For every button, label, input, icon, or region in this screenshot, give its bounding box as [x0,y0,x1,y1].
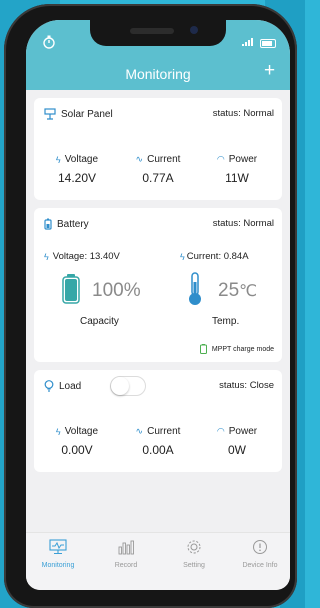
signal-icon [242,38,254,48]
battery-capacity-gauge [62,274,80,304]
voltage-icon: ϟ [55,154,61,165]
load-status: status: Close [219,380,274,391]
lightbulb-icon [44,380,54,392]
battery-card: Battery status: Normal ϟ Voltage: 13.40V… [34,208,282,362]
load-toggle-switch[interactable] [110,376,146,396]
load-power-value: 0W [228,443,246,457]
load-current-label: Current [147,426,181,437]
battery-icon [44,218,52,230]
battery-current-text: Current: 0.84A [186,251,249,262]
solar-current-value: 0.77A [142,171,174,185]
solar-panel-header: Solar Panel [44,108,113,120]
bar-chart-icon [118,540,134,555]
battery-header: Battery [44,218,89,230]
tab-device-info-label: Device Info [242,562,278,569]
solar-status: status: Normal [212,108,274,119]
status-indicators [242,38,276,48]
charge-mode: MPPT charge mode [199,344,274,354]
current-wave-icon: ∿ [135,426,144,436]
tab-setting[interactable]: Setting [164,539,224,569]
current-wave-icon: ∿ [135,154,144,164]
solar-panel-icon [44,108,56,120]
power-gauge-icon: ◠ [216,426,225,436]
current-icon: ϟ [180,251,185,262]
power-gauge-icon: ◠ [216,154,225,164]
solar-panel-title: Solar Panel [61,108,113,120]
app-screen: Monitoring + Solar Panel status: Normal … [26,20,290,590]
battery-temp-label: Temp. [212,316,240,327]
load-voltage-label: Voltage [64,426,99,437]
tab-monitoring[interactable]: Monitoring [28,539,88,569]
tab-record-label: Record [114,562,138,569]
battery-capacity-value: 100% [92,280,141,301]
load-power: ◠ Power 0W [202,426,272,457]
tab-setting-label: Setting [183,562,205,569]
solar-voltage-value: 14.20V [57,171,97,185]
voltage-icon: ϟ [44,251,49,262]
toggle-knob [111,377,129,395]
battery-status: status: Normal [212,218,274,229]
solar-voltage-label: Voltage [64,154,99,165]
front-camera [190,26,198,34]
bottom-tab-bar: Monitoring Record Setting Device Info [26,532,290,590]
app-header: Monitoring + [26,20,290,90]
battery-status-icon [260,38,276,48]
phone-frame: Monitoring + Solar Panel status: Normal … [4,4,297,608]
solar-power-label: Power [228,154,258,165]
phone-notch [90,20,226,46]
load-voltage-value: 0.00V [61,443,93,457]
battery-temp-value: 25℃ [218,280,257,302]
page-title: Monitoring [125,66,191,82]
battery-title: Battery [57,218,89,230]
voltage-icon: ϟ [55,426,61,437]
solar-current: ∿ Current 0.77A [123,154,193,185]
solar-panel-card: Solar Panel status: Normal ϟ Voltage 14.2… [34,98,282,200]
load-current: ∿ Current 0.00A [123,426,193,457]
tab-monitoring-label: Monitoring [41,562,75,569]
solar-current-label: Current [147,154,181,165]
load-title: Load [59,380,82,392]
battery-current: ϟ Current: 0.84A [180,251,249,262]
tab-device-info[interactable]: Device Info [230,539,290,569]
load-header: Load [44,380,81,392]
solar-power: ◠ Power 11W [202,154,272,185]
charge-mode-label: MPPT charge mode [211,345,274,353]
temp-unit: ℃ [239,283,258,300]
load-card: Load status: Close ϟ Voltage 0.00V ∿ Curre… [34,370,282,472]
battery-voltage: ϟ Voltage: 13.40V [44,251,120,262]
gear-icon [187,540,201,554]
tab-record[interactable]: Record [96,539,156,569]
load-power-label: Power [228,426,258,437]
speaker-grille [130,28,174,34]
load-voltage: ϟ Voltage 0.00V [42,426,112,457]
stopwatch-icon [43,35,55,49]
charge-mode-icon [199,344,207,354]
temp-number: 25 [218,280,240,301]
solar-voltage: ϟ Voltage 14.20V [42,154,112,185]
battery-voltage-text: Voltage: 13.40V [52,251,120,262]
add-button[interactable]: + [264,60,275,82]
thermometer-icon [189,272,201,305]
load-current-value: 0.00A [142,443,174,457]
info-icon [253,540,267,554]
monitor-icon [49,539,67,555]
battery-capacity-label: Capacity [80,316,119,327]
solar-power-value: 11W [225,171,249,185]
